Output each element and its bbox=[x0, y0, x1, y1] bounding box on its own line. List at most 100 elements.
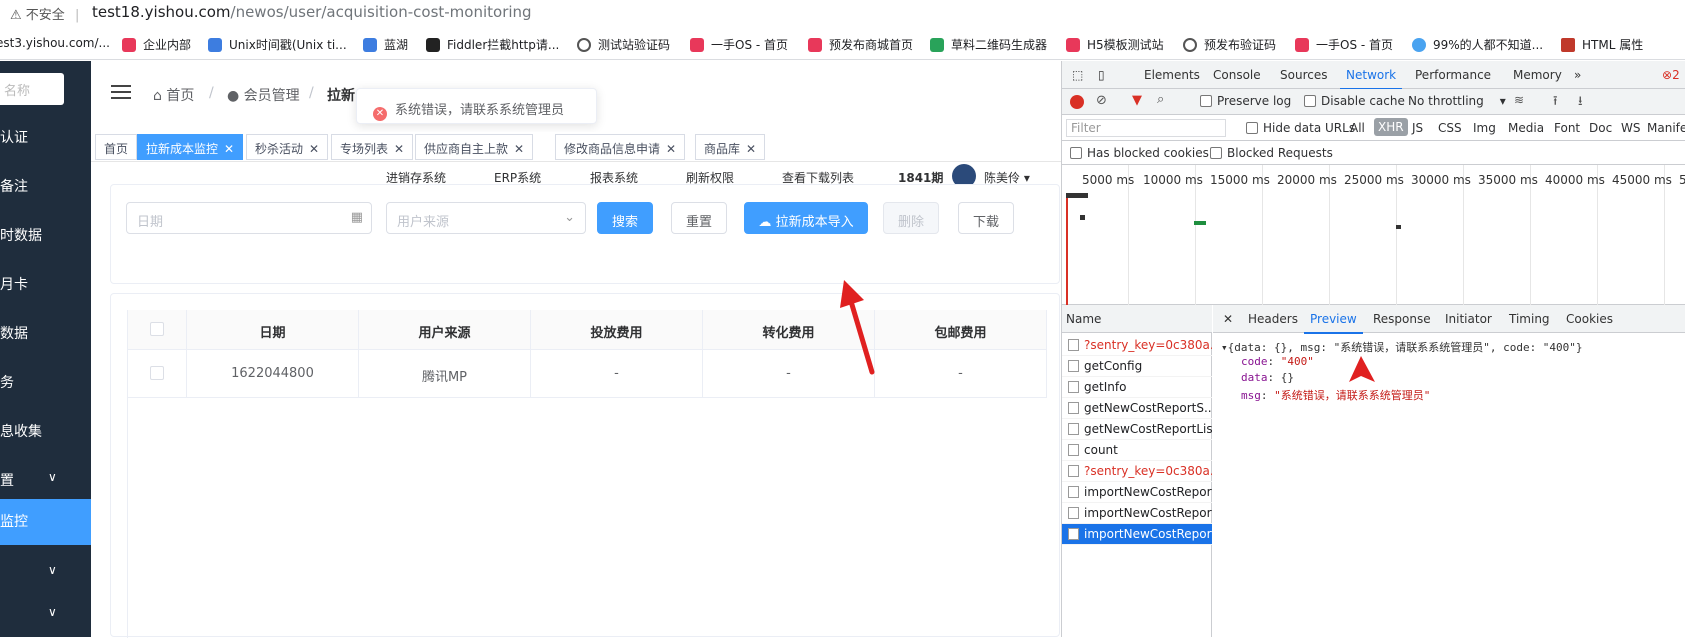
tag-special-list[interactable]: 专场列表 ✕ bbox=[331, 134, 414, 160]
security-warning[interactable]: ⚠ 不安全 | bbox=[10, 4, 79, 23]
breadcrumb-member[interactable]: ● 会员管理 bbox=[227, 85, 300, 105]
type-filter-media[interactable]: Media bbox=[1508, 121, 1544, 135]
tab-network[interactable]: Network bbox=[1339, 68, 1403, 90]
bookmark-item[interactable]: 一手OS - 首页 bbox=[690, 36, 788, 53]
hamburger-menu-icon[interactable] bbox=[111, 85, 131, 99]
type-filter-img[interactable]: Img bbox=[1473, 121, 1496, 135]
bookmark-item[interactable]: 草料二维码生成器 bbox=[930, 36, 1047, 53]
bookmark-item[interactable]: HTML 属性 bbox=[1561, 36, 1643, 53]
sidebar-item[interactable]: 认证 bbox=[0, 115, 91, 159]
record-icon[interactable] bbox=[1070, 95, 1084, 109]
type-filter-manifest[interactable]: Manifest bbox=[1647, 121, 1685, 135]
bookmark-item[interactable]: 预发布商城首页 bbox=[808, 36, 913, 53]
search-icon[interactable]: ⌕ bbox=[1157, 92, 1164, 107]
download-icon[interactable]: ⭳ bbox=[1578, 92, 1583, 114]
tab-cookies[interactable]: Cookies bbox=[1566, 312, 1613, 326]
tab-preview[interactable]: Preview bbox=[1304, 312, 1363, 334]
more-tabs-icon[interactable]: » bbox=[1574, 68, 1581, 82]
checkbox[interactable] bbox=[149, 322, 164, 336]
request-row[interactable]: count bbox=[1062, 440, 1212, 461]
blocked-cookies-checkbox[interactable]: Has blocked cookies bbox=[1070, 146, 1209, 160]
tab-performance[interactable]: Performance bbox=[1415, 68, 1491, 82]
download-button[interactable]: 下载 bbox=[958, 202, 1014, 234]
network-overview[interactable]: 5000 ms 10000 ms 15000 ms 20000 ms 25000… bbox=[1062, 165, 1685, 305]
blocked-requests-checkbox[interactable]: Blocked Requests bbox=[1210, 146, 1333, 160]
url-text[interactable]: test18.yishou.com/newos/user/acquisition… bbox=[92, 3, 532, 21]
bookmark-item[interactable]: Unix时间戳(Unix ti... bbox=[208, 36, 347, 53]
close-icon[interactable]: ✕ bbox=[394, 142, 404, 156]
type-filter-js[interactable]: JS bbox=[1412, 121, 1423, 135]
tab-sources[interactable]: Sources bbox=[1280, 68, 1327, 82]
close-icon[interactable]: ✕ bbox=[1223, 312, 1233, 326]
type-filter-xhr[interactable]: XHR bbox=[1374, 118, 1408, 136]
tab-headers[interactable]: Headers bbox=[1248, 312, 1298, 326]
request-row[interactable]: getConfig bbox=[1062, 356, 1212, 377]
sidebar-item[interactable]: 数据 bbox=[0, 311, 91, 355]
bookmark-item[interactable]: Fiddler拦截http请... bbox=[426, 36, 559, 53]
close-icon[interactable]: ✕ bbox=[309, 142, 319, 156]
filter-input[interactable]: Filter bbox=[1066, 119, 1226, 137]
tab-response[interactable]: Response bbox=[1373, 312, 1431, 326]
tag-modify-product[interactable]: 修改商品信息申请 ✕ bbox=[555, 134, 686, 160]
type-filter-all[interactable]: All bbox=[1350, 121, 1365, 135]
throttling-select[interactable]: No throttling ▾ bbox=[1408, 94, 1506, 108]
json-summary[interactable]: ▾{data: {}, msg: "系统错误，请联系系统管理员", code: … bbox=[1221, 339, 1583, 355]
name-column-header[interactable]: Name bbox=[1062, 305, 1212, 333]
tag-acquisition-cost[interactable]: 拉新成本监控 ✕ bbox=[137, 134, 244, 160]
clear-icon[interactable]: ⊘ bbox=[1096, 93, 1107, 108]
date-picker[interactable]: 日期 ▦ bbox=[126, 202, 372, 234]
request-row[interactable]: getNewCostReportS... bbox=[1062, 398, 1212, 419]
sidebar-item[interactable]: ∨ bbox=[0, 551, 91, 595]
request-row-selected[interactable]: importNewCostReport bbox=[1062, 524, 1212, 545]
row-checkbox-cell[interactable] bbox=[127, 350, 187, 398]
request-row[interactable]: ?sentry_key=0c380a... bbox=[1062, 461, 1212, 482]
tab-elements[interactable]: Elements bbox=[1144, 68, 1200, 82]
bookmark-item[interactable]: H5模板测试站 bbox=[1066, 36, 1164, 53]
upload-icon[interactable]: ⭱ bbox=[1553, 92, 1558, 114]
sidebar-search-input[interactable]: 名称 bbox=[0, 73, 64, 105]
source-select[interactable]: 用户来源 ⌄ bbox=[386, 202, 586, 234]
bookmark-item[interactable]: 蓝湖 bbox=[363, 36, 408, 53]
type-filter-doc[interactable]: Doc bbox=[1589, 121, 1612, 135]
bookmark-item[interactable]: 一手OS - 首页 bbox=[1295, 36, 1393, 53]
type-filter-font[interactable]: Font bbox=[1554, 121, 1580, 135]
request-row[interactable]: getInfo bbox=[1062, 377, 1212, 398]
tag-product-library[interactable]: 商品库 ✕ bbox=[695, 134, 766, 160]
bookmark-item[interactable]: 预发布验证码 bbox=[1183, 36, 1276, 53]
request-row[interactable]: importNewCostReport bbox=[1062, 503, 1212, 524]
close-icon[interactable]: ✕ bbox=[746, 142, 756, 156]
inspect-icon[interactable]: ⬚ bbox=[1072, 68, 1083, 82]
tab-memory[interactable]: Memory bbox=[1513, 68, 1562, 82]
request-row[interactable]: importNewCostReport bbox=[1062, 482, 1212, 503]
checkbox[interactable] bbox=[149, 366, 164, 380]
sidebar-item[interactable]: ∨ bbox=[0, 593, 91, 637]
sidebar-item[interactable]: 月卡 bbox=[0, 262, 91, 306]
sidebar-item[interactable]: 时数据 bbox=[0, 213, 91, 257]
filter-icon[interactable]: ▼ bbox=[1132, 93, 1142, 108]
tab-initiator[interactable]: Initiator bbox=[1445, 312, 1492, 326]
sidebar-item-active[interactable]: 监控 bbox=[0, 499, 91, 545]
close-icon[interactable]: ✕ bbox=[514, 142, 524, 156]
tag-flash-sale[interactable]: 秒杀活动 ✕ bbox=[246, 134, 329, 160]
error-count-badge[interactable]: ⊗2 bbox=[1662, 68, 1680, 82]
select-all-checkbox-cell[interactable] bbox=[127, 310, 187, 350]
bookmark-item[interactable]: est3.yishou.com/... bbox=[0, 36, 110, 50]
disable-cache-checkbox[interactable]: Disable cache bbox=[1304, 94, 1405, 108]
sidebar-item[interactable]: 务 bbox=[0, 360, 91, 404]
request-row[interactable]: ?sentry_key=0c380a... bbox=[1062, 335, 1212, 356]
close-icon[interactable]: ✕ bbox=[224, 142, 234, 156]
tag-home[interactable]: 首页 bbox=[95, 134, 138, 160]
delete-button[interactable]: 删除 bbox=[883, 202, 939, 234]
close-icon[interactable]: ✕ bbox=[666, 142, 676, 156]
reset-button[interactable]: 重置 bbox=[671, 202, 727, 234]
bookmark-item[interactable]: 测试站验证码 bbox=[577, 36, 670, 53]
bookmark-item[interactable]: 99%的人都不知道... bbox=[1412, 36, 1543, 53]
sidebar-item[interactable]: 息收集 bbox=[0, 409, 91, 453]
import-button[interactable]: ☁ 拉新成本导入 bbox=[744, 202, 868, 234]
hide-data-urls-checkbox[interactable]: Hide data URLs bbox=[1246, 121, 1355, 135]
preserve-log-checkbox[interactable]: Preserve log bbox=[1200, 94, 1291, 108]
device-toolbar-icon[interactable]: ▯ bbox=[1098, 68, 1105, 82]
tab-console[interactable]: Console bbox=[1213, 68, 1261, 82]
tag-supplier-upload[interactable]: 供应商自主上款 ✕ bbox=[415, 134, 534, 160]
search-button[interactable]: 搜索 bbox=[597, 202, 653, 234]
